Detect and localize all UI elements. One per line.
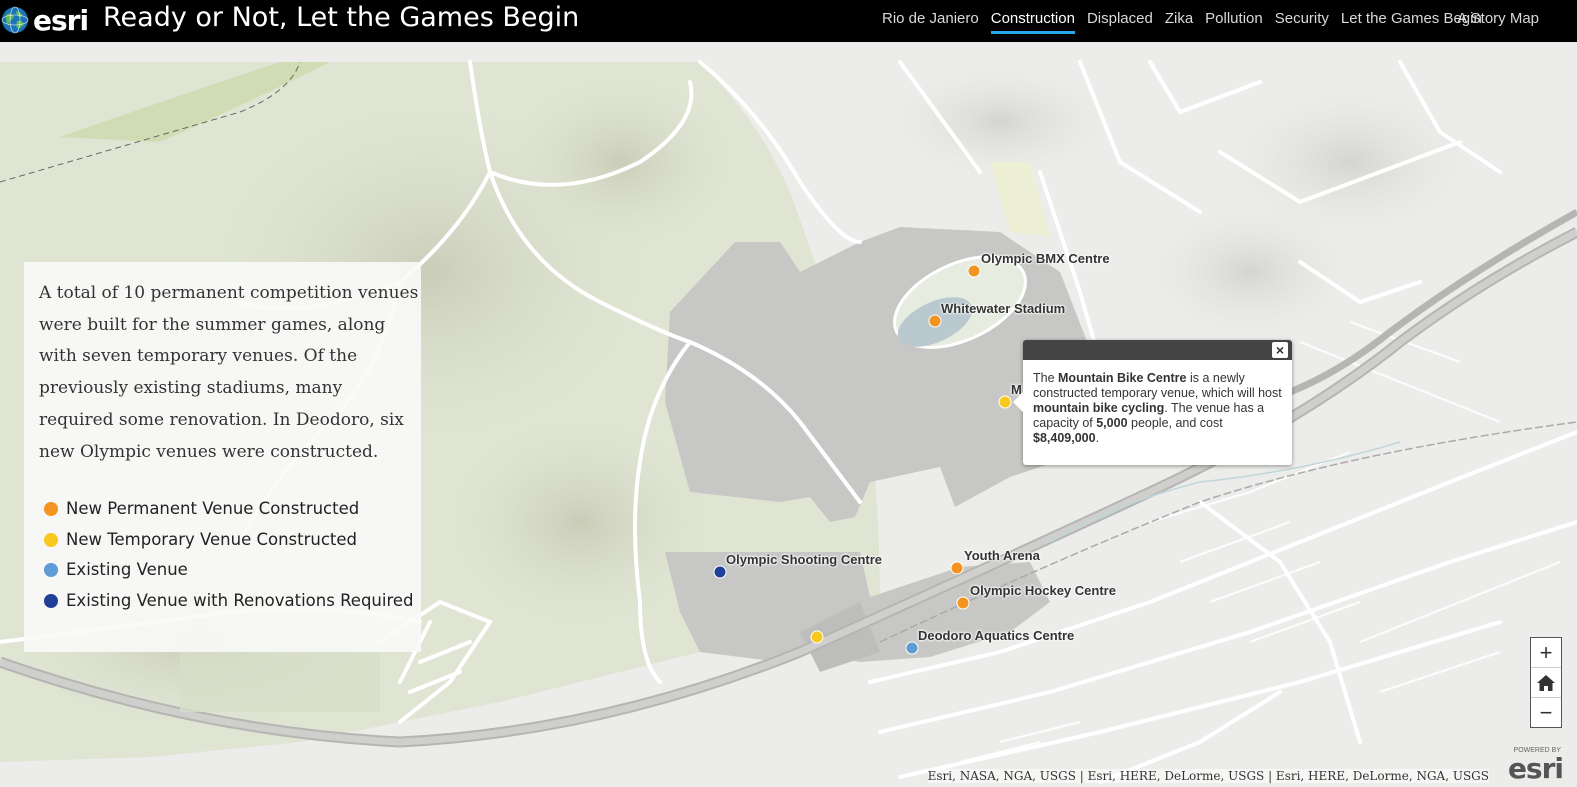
home-button[interactable]: [1531, 668, 1561, 698]
story-text: A total of 10 permanent competition venu…: [39, 283, 419, 462]
popup-cost: $8,409,000: [1033, 431, 1096, 445]
tab-pollution[interactable]: Pollution: [1199, 10, 1269, 34]
story-tabs: Rio de Janiero Construction Displaced Zika P…: [876, 10, 1488, 34]
legend-item-new-permanent: New Permanent Venue Constructed: [44, 499, 359, 518]
popup-body: The Mountain Bike Centre is a newly cons…: [1023, 360, 1292, 446]
powered-by-esri[interactable]: POWERED BY esri: [1507, 747, 1569, 783]
venue-marker-aquatics[interactable]: [905, 641, 919, 655]
zoom-controls: + −: [1530, 637, 1562, 728]
popup-pointer: [1013, 392, 1023, 412]
tab-displaced[interactable]: Displaced: [1081, 10, 1159, 34]
tab-rio-de-janiero[interactable]: Rio de Janiero: [876, 10, 985, 34]
venue-marker-mountain-bike[interactable]: [998, 395, 1012, 409]
legend-item-existing: Existing Venue: [44, 560, 188, 579]
app-header: esri Ready or Not, Let the Games Begin R…: [0, 0, 1577, 42]
popup-capacity: 5,000: [1096, 416, 1128, 430]
popup-sport: mountain bike cycling: [1033, 401, 1165, 415]
legend-item-new-temporary: New Temporary Venue Constructed: [44, 530, 357, 549]
popup-text: The: [1033, 371, 1059, 385]
legend-label: New Temporary Venue Constructed: [66, 530, 358, 549]
legend-swatch: [44, 562, 58, 577]
venue-marker-temporary[interactable]: [810, 630, 824, 644]
legend-item-existing-renovated: Existing Venue with Renovations Required: [44, 591, 414, 610]
tab-security[interactable]: Security: [1269, 10, 1335, 34]
esri-logo[interactable]: esri: [0, 3, 89, 37]
venue-marker-whitewater[interactable]: [928, 314, 942, 328]
home-icon: [1537, 674, 1555, 691]
legend-label: Existing Venue: [66, 560, 188, 579]
esri-logo-small: esri: [1507, 752, 1564, 785]
zoom-in-button[interactable]: +: [1531, 638, 1561, 668]
zoom-out-button[interactable]: −: [1531, 698, 1561, 727]
close-icon[interactable]: ×: [1272, 342, 1288, 358]
globe-icon: [1, 6, 29, 34]
popup-header: ×: [1023, 340, 1292, 360]
venue-marker-bmx[interactable]: [967, 264, 981, 278]
legend-swatch: [44, 593, 58, 608]
story-panel: A total of 10 permanent competition venu…: [24, 262, 421, 652]
venue-popup: × The Mountain Bike Centre is a newly co…: [1013, 340, 1292, 465]
logo-text: esri: [33, 3, 89, 37]
popup-text: .: [1095, 431, 1100, 445]
popup-text: people, and cost: [1127, 416, 1223, 430]
venue-marker-youth-arena[interactable]: [950, 561, 964, 575]
legend-swatch: [44, 501, 58, 516]
popup-venue-name: Mountain Bike Centre: [1058, 371, 1187, 385]
tab-zika[interactable]: Zika: [1159, 10, 1199, 34]
legend-swatch: [44, 532, 58, 547]
app-title: Ready or Not, Let the Games Begin: [103, 2, 580, 33]
story-map-link[interactable]: A Story Map: [1457, 10, 1539, 27]
venue-marker-hockey[interactable]: [956, 596, 970, 610]
venue-marker-shooting[interactable]: [713, 565, 727, 579]
legend-label: New Permanent Venue Constructed: [66, 499, 360, 518]
legend-label: Existing Venue with Renovations Required: [66, 591, 414, 610]
tab-construction[interactable]: Construction: [985, 10, 1081, 34]
map-attribution: Esri, NASA, NGA, USGS | Esri, HERE, DeLo…: [927, 769, 1489, 783]
